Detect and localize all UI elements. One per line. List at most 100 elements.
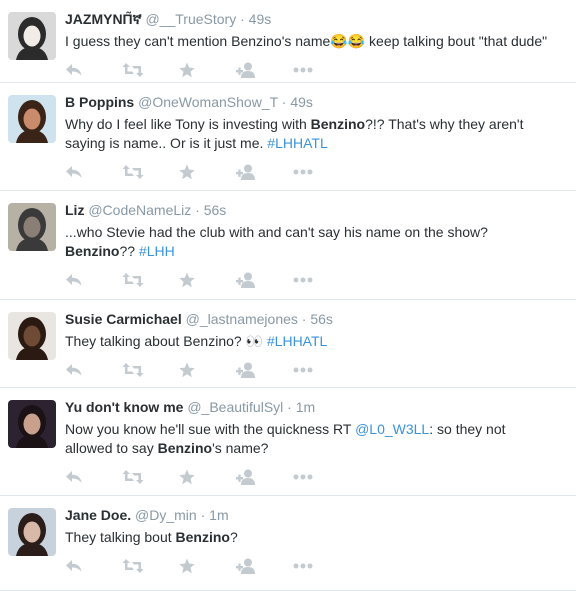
tweet-actions [65,353,564,387]
retweet-button[interactable] [122,556,179,576]
reply-icon [66,166,82,178]
avatar[interactable] [8,312,56,360]
avatar[interactable] [8,203,56,251]
timestamp[interactable]: 49s [290,94,313,110]
retweet-icon [122,273,144,287]
username[interactable]: @__TrueStory [145,11,236,27]
follow-button[interactable] [236,360,293,380]
retweet-button[interactable] [122,60,179,80]
favorite-button[interactable] [179,467,236,487]
more-button[interactable] [293,60,350,80]
username[interactable]: @_lastnamejones [186,311,298,327]
star-icon [179,272,195,288]
more-button[interactable] [293,467,350,487]
follow-icon [236,469,255,485]
follow-button[interactable] [236,467,293,487]
username[interactable]: @OneWomanShow_T [138,94,278,110]
reply-button[interactable] [65,467,122,487]
tweet[interactable]: Liz @CodeNameLiz · 56s ...who Stevie had… [0,191,576,300]
timestamp[interactable]: 1m [209,507,228,523]
tweet-text: ...who Stevie had the club with and can'… [65,223,564,261]
tweet-header: JAZMYNΠ̃ኛ @__TrueStory · 49s [65,10,564,29]
display-name[interactable]: Yu don't know me [65,399,183,415]
retweet-icon [122,363,144,377]
username[interactable]: @_BeautifulSyl [187,399,283,415]
more-button[interactable] [293,162,350,182]
avatar[interactable] [8,95,56,143]
reply-button[interactable] [65,270,122,290]
display-name[interactable]: Jane Doe. [65,507,131,523]
reply-button[interactable] [65,556,122,576]
avatar[interactable] [8,508,56,556]
follow-button[interactable] [236,556,293,576]
tweet-timeline: JAZMYNΠ̃ኛ @__TrueStory · 49s I guess the… [0,0,576,591]
follow-button[interactable] [236,60,293,80]
retweet-button[interactable] [122,162,179,182]
avatar-photo [8,95,56,143]
retweet-button[interactable] [122,467,179,487]
reply-icon [66,560,82,572]
timestamp[interactable]: 49s [249,11,272,27]
star-icon [179,558,195,574]
display-name[interactable]: Susie Carmichael [65,311,182,327]
display-name[interactable]: B Poppins [65,94,134,110]
timestamp[interactable]: 56s [310,311,333,327]
favorite-button[interactable] [179,162,236,182]
avatar[interactable] [8,12,56,60]
reply-button[interactable] [65,360,122,380]
avatar[interactable] [8,400,56,448]
retweet-button[interactable] [122,270,179,290]
retweet-icon [122,165,144,179]
follow-icon [236,558,255,574]
mention-link[interactable]: @L0_W3LL [355,421,429,437]
timestamp[interactable]: 56s [204,202,227,218]
display-name[interactable]: JAZMYNΠ̃ኛ [65,11,142,27]
avatar-photo [8,12,56,60]
highlighted-term: Benzino [65,243,120,259]
favorite-button[interactable] [179,60,236,80]
separator-dot: · [200,507,210,523]
highlighted-term: Benzino [310,116,366,132]
separator-dot: · [240,11,249,27]
hashtag-link[interactable]: #LHH [139,243,175,259]
favorite-button[interactable] [179,556,236,576]
reply-icon [66,364,82,376]
favorite-button[interactable] [179,360,236,380]
favorite-button[interactable] [179,270,236,290]
text-segment: ?? [119,243,139,259]
retweet-button[interactable] [122,360,179,380]
hashtag-link[interactable]: #LHHATL [267,135,327,151]
star-icon [179,164,195,180]
follow-button[interactable] [236,270,293,290]
tweet-text: I guess they can't mention Benzino's nam… [65,32,564,51]
username[interactable]: @Dy_min [135,507,197,523]
text-segment: I guess they can't mention Benzino's nam… [65,33,548,49]
tweet[interactable]: Yu don't know me @_BeautifulSyl · 1m Now… [0,388,576,496]
timestamp[interactable]: 1m [296,399,315,415]
more-icon [293,563,313,569]
reply-button[interactable] [65,60,122,80]
tweet-header: Susie Carmichael @_lastnamejones · 56s [65,310,564,329]
hashtag-link[interactable]: #LHHATL [267,333,327,349]
tweet-header: Jane Doe. @Dy_min · 1m [65,506,564,525]
username[interactable]: @CodeNameLiz [88,202,191,218]
more-button[interactable] [293,270,350,290]
text-segment: ? [229,529,238,545]
follow-icon [236,164,255,180]
tweet[interactable]: Jane Doe. @Dy_min · 1m They talking bout… [0,496,576,591]
tweet-header: B Poppins @OneWomanShow_T · 49s [65,93,564,112]
more-button[interactable] [293,360,350,380]
text-segment: ...who Stevie had the club with and can'… [65,224,488,240]
retweet-icon [122,470,144,484]
tweet[interactable]: JAZMYNΠ̃ኛ @__TrueStory · 49s I guess the… [0,0,576,83]
more-button[interactable] [293,556,350,576]
tweet[interactable]: B Poppins @OneWomanShow_T · 49s Why do I… [0,83,576,191]
display-name[interactable]: Liz [65,202,84,218]
follow-button[interactable] [236,162,293,182]
tweet[interactable]: Susie Carmichael @_lastnamejones · 56s T… [0,300,576,388]
tweet-text: They talking bout Benzino? [65,528,564,547]
tweet-header: Liz @CodeNameLiz · 56s [65,201,564,220]
reply-button[interactable] [65,162,122,182]
highlighted-term: Benzino [157,440,213,456]
reply-icon [66,471,82,483]
